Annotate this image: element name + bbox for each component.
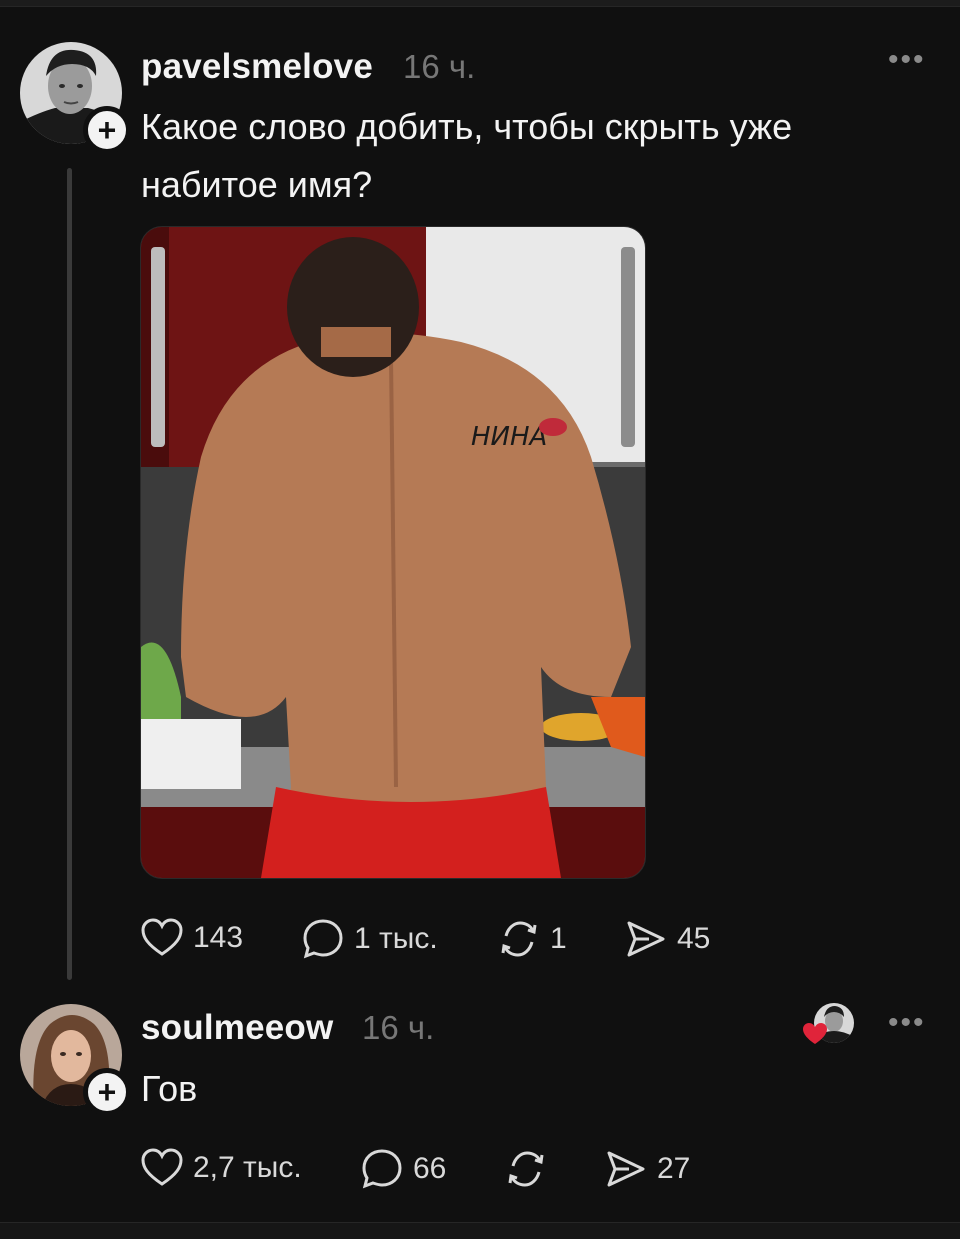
share-count: 45 — [677, 922, 711, 955]
send-icon — [627, 921, 665, 957]
like-button[interactable]: 2,7 тыс. — [141, 1148, 302, 1188]
repost-icon — [501, 921, 537, 957]
comment-icon — [303, 919, 343, 959]
repost-button[interactable] — [505, 1148, 557, 1190]
share-button[interactable]: 45 — [625, 918, 710, 960]
bottom-divider — [0, 1222, 960, 1239]
comment-button[interactable]: 66 — [361, 1148, 446, 1190]
repost-icon — [508, 1151, 544, 1187]
post-username[interactable]: pavelsmelove — [141, 47, 373, 87]
red-heart-icon — [803, 1023, 827, 1044]
follow-button[interactable]: + — [83, 106, 131, 154]
plus-icon: + — [97, 1074, 117, 1110]
post-timestamp: 16 ч. — [403, 48, 476, 85]
post-image[interactable]: НИНА — [140, 226, 646, 879]
more-horizontal-icon: ••• — [888, 1006, 926, 1039]
heart-icon — [141, 1148, 183, 1186]
follow-button[interactable]: + — [83, 1068, 131, 1116]
comment-count: 66 — [413, 1152, 447, 1185]
tattoo-text: НИНА — [471, 422, 547, 452]
post-text: Гов — [141, 1068, 198, 1109]
share-button[interactable]: 27 — [605, 1148, 690, 1190]
repost-button[interactable]: 1 — [498, 918, 567, 960]
post-username[interactable]: soulmeeow — [141, 1008, 333, 1048]
more-options-button[interactable]: ••• — [888, 45, 926, 75]
like-button[interactable]: 143 — [141, 918, 243, 958]
repost-count: 1 — [550, 922, 567, 955]
comment-icon — [362, 1149, 402, 1189]
plus-icon: + — [97, 112, 117, 148]
thread-line — [67, 168, 72, 980]
comment-button[interactable]: 1 тыс. — [302, 918, 438, 960]
like-count: 143 — [193, 921, 244, 954]
like-count: 2,7 тыс. — [193, 1151, 302, 1184]
share-count: 27 — [657, 1152, 691, 1185]
liked-by-author-badge — [802, 1022, 828, 1051]
comment-count: 1 тыс. — [354, 922, 438, 955]
post-text: Какое слово добить, чтобы скрыть уже наб… — [141, 106, 793, 205]
more-horizontal-icon: ••• — [888, 43, 926, 76]
heart-icon — [141, 918, 183, 956]
top-divider — [0, 0, 960, 7]
post-timestamp: 16 ч. — [362, 1009, 435, 1046]
send-icon — [607, 1151, 645, 1187]
more-options-button[interactable]: ••• — [888, 1008, 926, 1038]
